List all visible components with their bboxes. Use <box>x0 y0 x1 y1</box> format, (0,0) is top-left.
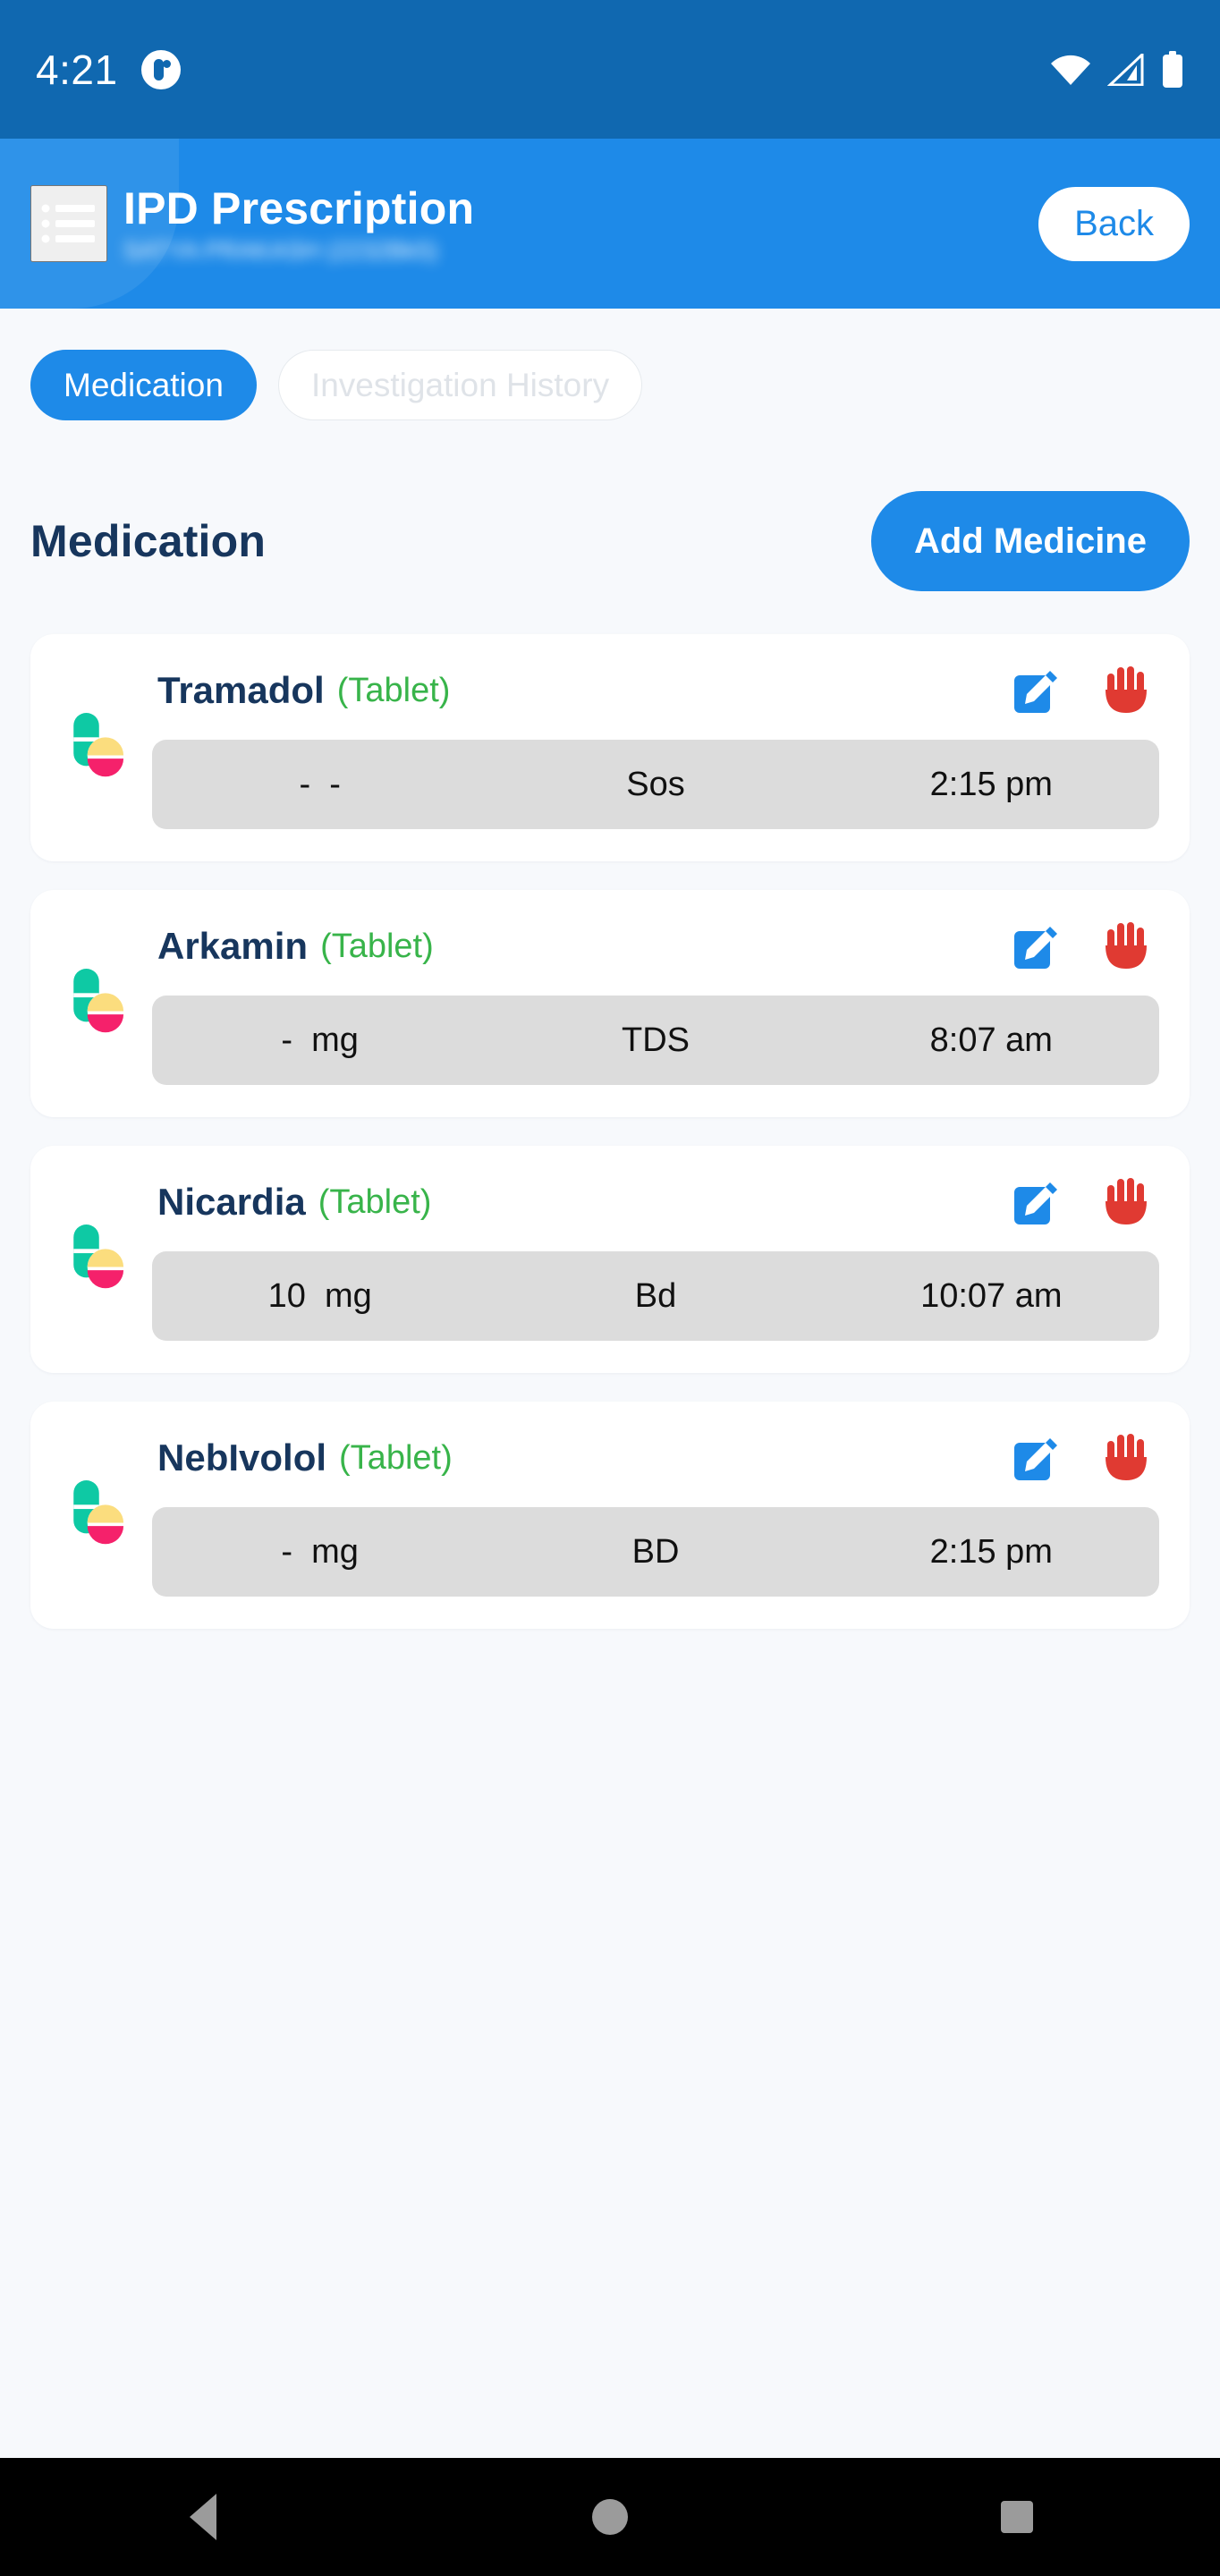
medicine-form: (Tablet) <box>339 1438 453 1477</box>
medicine-name: Tramadol <box>157 669 325 711</box>
medication-detail-bar: 10 mg Bd 10:07 am <box>152 1251 1159 1341</box>
medicine-name: NebIvolol <box>157 1436 327 1479</box>
back-button[interactable]: Back <box>1038 186 1190 261</box>
wifi-icon <box>1051 55 1090 85</box>
phone-screen: 4:21 IPD Prescription SATYA PRAKASH (223… <box>0 0 1220 2576</box>
tab-investigation-history[interactable]: Investigation History <box>277 350 643 420</box>
stop-hand-icon <box>1106 1434 1147 1480</box>
section-header: Medication Add Medicine <box>30 476 1190 606</box>
edit-pencil-icon <box>1014 927 1057 969</box>
medication-card[interactable]: Tramadol (Tablet) - - Sos 2:15 pm <box>30 634 1190 861</box>
medication-detail-bar: - mg TDS 8:07 am <box>152 996 1159 1085</box>
pill-capsule-icon <box>73 1480 124 1545</box>
edit-medicine-button[interactable] <box>1011 1176 1063 1228</box>
medicine-form: (Tablet) <box>320 927 434 965</box>
medicine-name: Nicardia <box>157 1181 306 1223</box>
stop-medicine-button[interactable] <box>1102 920 1150 972</box>
stop-medicine-button[interactable] <box>1102 1432 1150 1484</box>
nav-home-button[interactable] <box>530 2458 690 2576</box>
edit-pencil-icon <box>1014 1438 1057 1480</box>
hamburger-list-icon <box>41 204 95 243</box>
section-title: Medication <box>30 515 267 566</box>
tab-bar: Medication Investigation History <box>30 309 1190 420</box>
status-bar-right <box>1050 50 1184 89</box>
cellular-signal-icon <box>1107 53 1144 86</box>
medication-card-actions <box>1011 1432 1159 1484</box>
medication-card-header: NebIvolol (Tablet) <box>152 1432 1159 1484</box>
stop-hand-icon <box>1106 666 1147 713</box>
status-time: 4:21 <box>36 46 118 93</box>
status-bar: 4:21 <box>0 0 1220 139</box>
app-bar-titles: IPD Prescription SATYA PRAKASH (2232Bk5) <box>123 183 474 265</box>
edit-medicine-button[interactable] <box>1011 1432 1063 1484</box>
medication-list: Tramadol (Tablet) - - Sos 2:15 pm Arkami… <box>30 634 1190 1629</box>
medicine-time: 10:07 am <box>920 1276 1063 1315</box>
medicine-dose: - - <box>299 765 341 803</box>
medicine-dose: - mg <box>281 1532 359 1571</box>
medicine-frequency: TDS <box>621 1021 690 1059</box>
medication-card-actions <box>1011 920 1159 972</box>
medication-card-header: Nicardia (Tablet) <box>152 1176 1159 1228</box>
medicine-time: 2:15 pm <box>929 765 1053 803</box>
pill-capsule-icon <box>73 713 124 777</box>
patient-name-subtitle: SATYA PRAKASH (2232Bk5) <box>123 236 438 264</box>
medication-card-header: Tramadol (Tablet) <box>152 665 1159 716</box>
content-area: Medication Investigation History Medicat… <box>0 309 1220 2458</box>
medicine-name: Arkamin <box>157 925 309 967</box>
medication-card-actions <box>1011 665 1159 716</box>
nav-recents-square-icon <box>1000 2501 1033 2533</box>
pill-capsule-icon <box>73 969 124 1033</box>
medicine-form: (Tablet) <box>336 671 451 709</box>
android-navigation-bar <box>0 2458 1220 2576</box>
medicine-frequency: BD <box>631 1532 680 1571</box>
medication-card-header: Arkamin (Tablet) <box>152 920 1159 972</box>
nav-back-button[interactable] <box>123 2458 284 2576</box>
edit-pencil-icon <box>1014 671 1057 713</box>
medication-card-actions <box>1011 1176 1159 1228</box>
medication-detail-bar: - - Sos 2:15 pm <box>152 740 1159 829</box>
stop-medicine-button[interactable] <box>1102 1176 1150 1228</box>
medication-card-body: NebIvolol (Tablet) - mg BD 2:15 pm <box>152 1432 1159 1597</box>
medicine-form: (Tablet) <box>318 1182 432 1221</box>
edit-pencil-icon <box>1014 1182 1057 1224</box>
page-title: IPD Prescription <box>123 182 475 233</box>
medicine-time: 2:15 pm <box>929 1532 1053 1571</box>
medicine-time: 8:07 am <box>929 1021 1053 1059</box>
medication-card[interactable]: Nicardia (Tablet) 10 mg Bd 10:07 am <box>30 1146 1190 1373</box>
app-notification-icon <box>140 49 181 89</box>
medication-card[interactable]: Arkamin (Tablet) - mg TDS 8:07 am <box>30 890 1190 1117</box>
medication-card-body: Tramadol (Tablet) - - Sos 2:15 pm <box>152 665 1159 829</box>
tab-medication[interactable]: Medication <box>30 350 257 420</box>
pill-capsule-icon <box>73 1224 124 1289</box>
stop-hand-icon <box>1106 922 1147 969</box>
stop-hand-icon <box>1106 1178 1147 1224</box>
app-bar: IPD Prescription SATYA PRAKASH (2232Bk5)… <box>0 139 1220 309</box>
battery-full-icon <box>1163 50 1182 88</box>
hamburger-menu-button[interactable] <box>30 185 107 262</box>
medicine-frequency: Bd <box>634 1276 677 1315</box>
medicine-dose: 10 mg <box>267 1276 372 1315</box>
add-medicine-button[interactable]: Add Medicine <box>870 490 1190 591</box>
medication-detail-bar: - mg BD 2:15 pm <box>152 1507 1159 1597</box>
nav-home-circle-icon <box>591 2499 628 2535</box>
medicine-frequency: Sos <box>626 765 685 803</box>
edit-medicine-button[interactable] <box>1011 665 1063 716</box>
stop-medicine-button[interactable] <box>1102 665 1150 716</box>
medication-card[interactable]: NebIvolol (Tablet) - mg BD 2:15 pm <box>30 1402 1190 1629</box>
nav-back-triangle-icon <box>190 2494 217 2540</box>
medication-card-body: Nicardia (Tablet) 10 mg Bd 10:07 am <box>152 1176 1159 1341</box>
status-bar-left: 4:21 <box>36 46 181 94</box>
medication-card-body: Arkamin (Tablet) - mg TDS 8:07 am <box>152 920 1159 1085</box>
medicine-dose: - mg <box>281 1021 359 1059</box>
nav-recents-button[interactable] <box>936 2458 1097 2576</box>
edit-medicine-button[interactable] <box>1011 920 1063 972</box>
